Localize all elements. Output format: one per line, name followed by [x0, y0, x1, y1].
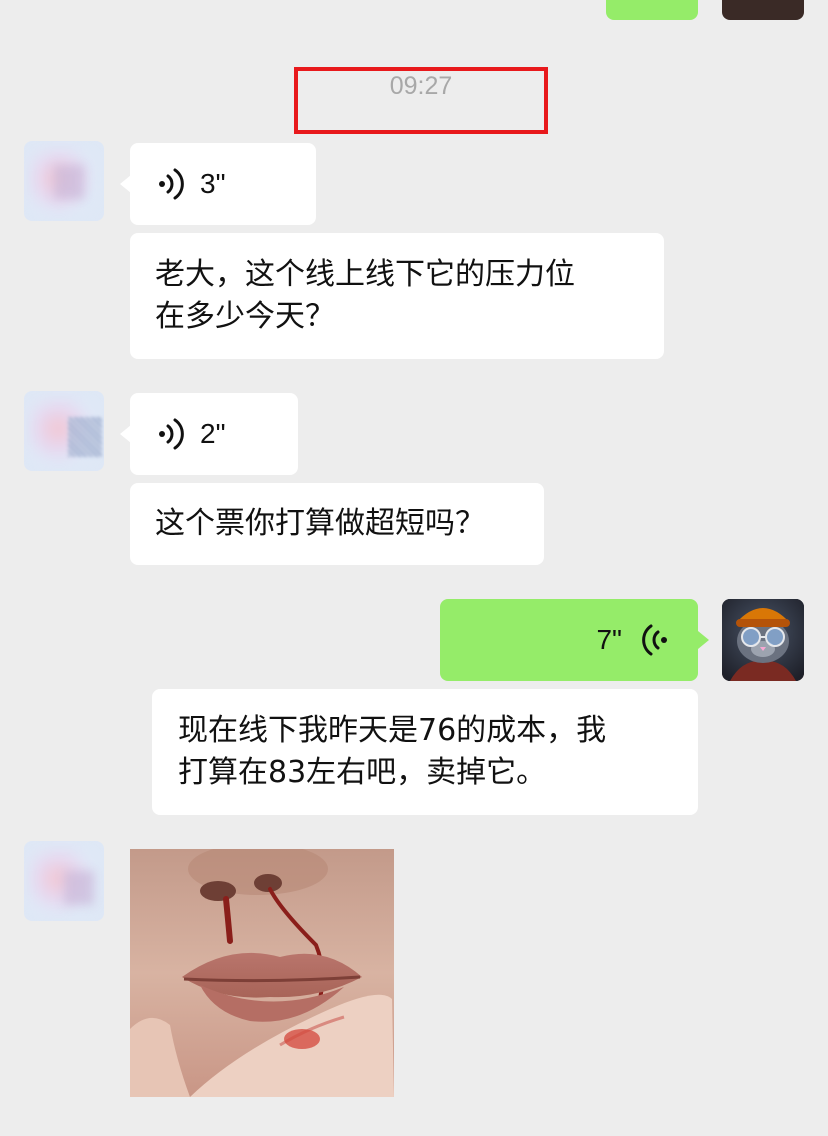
- previous-sent-bubble-edge[interactable]: [606, 0, 698, 20]
- voice-wave-icon: [159, 168, 184, 200]
- message-line: 老大，这个线上线下它的压力位: [155, 257, 575, 292]
- previous-messages-edge: [0, 0, 828, 18]
- photo-lips-image: [130, 849, 394, 1097]
- cat-avatar-icon: [722, 599, 804, 681]
- contact-avatar[interactable]: [24, 141, 104, 221]
- voice-wave-icon: [642, 624, 667, 656]
- message-line: 这个票你打算做超短吗？: [155, 506, 485, 541]
- chat-timestamp: 09:27: [389, 72, 453, 100]
- message-line: 打算在83左右吧，卖掉它。: [178, 755, 547, 790]
- voice-wave-icon: [159, 418, 184, 450]
- sent-voice-message-bubble[interactable]: 7": [440, 599, 709, 681]
- message-line: 现在线下我昨天是76的成本，我: [178, 713, 607, 748]
- voice-message-bubble[interactable]: 2": [120, 393, 298, 475]
- voice-duration: 3": [200, 168, 226, 199]
- voice-duration: 7": [596, 624, 622, 655]
- image-message[interactable]: [130, 849, 394, 1097]
- my-avatar[interactable]: [722, 599, 804, 681]
- previous-avatar-edge: [722, 0, 804, 20]
- contact-avatar[interactable]: [24, 841, 104, 921]
- voice-message-bubble[interactable]: 3": [120, 143, 316, 225]
- text-message-bubble[interactable]: 老大，这个线上线下它的压力位 在多少今天？: [130, 233, 664, 359]
- voice-duration: 2": [200, 418, 226, 449]
- contact-avatar[interactable]: [24, 391, 104, 471]
- message-line: 在多少今天？: [155, 299, 335, 334]
- text-message-bubble[interactable]: 现在线下我昨天是76的成本，我 打算在83左右吧，卖掉它。: [152, 689, 698, 815]
- text-message-bubble[interactable]: 这个票你打算做超短吗？: [130, 483, 544, 565]
